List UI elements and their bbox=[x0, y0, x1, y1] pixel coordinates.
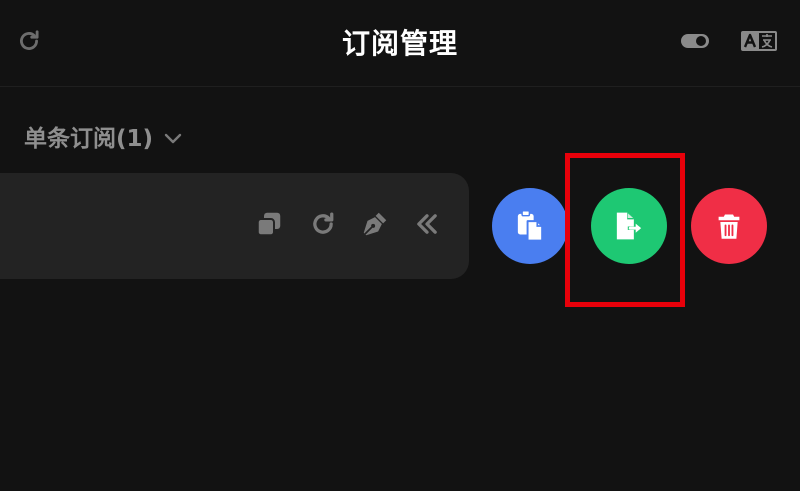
section-title: 单条订阅(1) bbox=[24, 126, 154, 152]
edit-button[interactable] bbox=[358, 207, 392, 241]
subscription-management-screen: 订阅管理 单条订阅(1) bbox=[0, 0, 800, 491]
double-chevron-left-icon bbox=[417, 214, 437, 234]
refresh-icon bbox=[313, 212, 334, 234]
subscription-card[interactable] bbox=[0, 173, 469, 279]
trash-icon bbox=[718, 214, 740, 239]
copy-button[interactable] bbox=[252, 207, 286, 241]
update-button[interactable] bbox=[306, 207, 340, 241]
theme-toggle-button[interactable] bbox=[680, 31, 710, 51]
highlight-frame bbox=[565, 153, 685, 307]
clipboard-icon bbox=[517, 210, 544, 242]
paste-button[interactable] bbox=[492, 188, 568, 264]
collapse-actions-button[interactable] bbox=[410, 207, 444, 241]
toggle-icon bbox=[681, 34, 709, 48]
translate-icon bbox=[741, 31, 777, 51]
copy-icon bbox=[256, 212, 281, 237]
section-toggle[interactable]: 单条订阅(1) bbox=[24, 118, 183, 154]
pen-icon bbox=[363, 212, 387, 236]
translate-button[interactable] bbox=[740, 29, 778, 53]
chevron-down-icon bbox=[164, 133, 182, 143]
header-bar: 订阅管理 bbox=[0, 0, 800, 87]
delete-button[interactable] bbox=[691, 188, 767, 264]
